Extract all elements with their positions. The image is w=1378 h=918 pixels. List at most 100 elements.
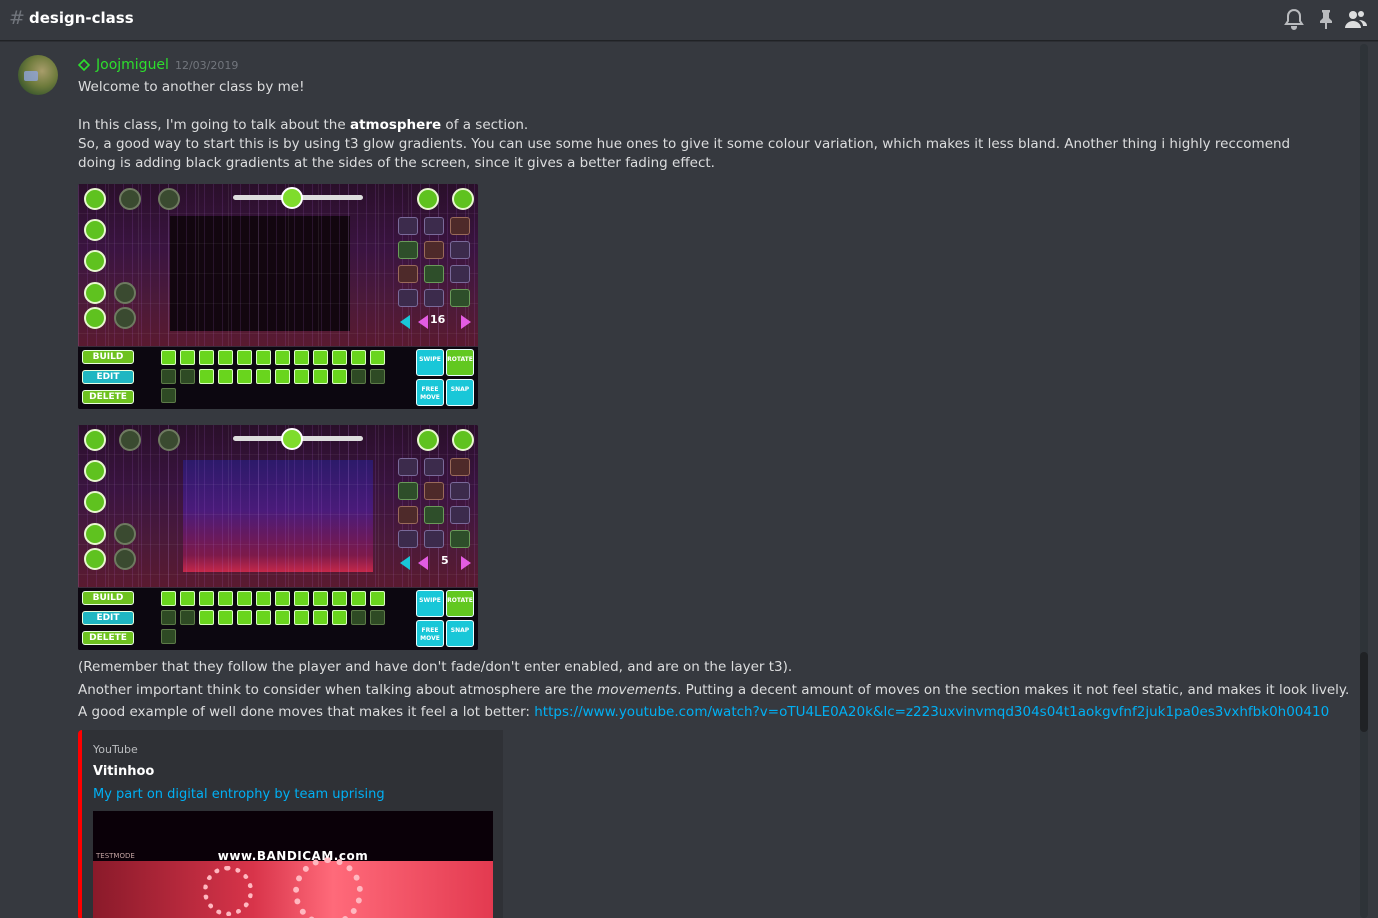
move-tile <box>351 350 366 365</box>
diamond-badge-icon <box>78 59 90 71</box>
edit-button: EDIT <box>82 370 134 384</box>
paste-color-icon <box>450 265 470 283</box>
scrollbar-track[interactable] <box>1360 44 1368 918</box>
youtube-embed: YouTube Vitinhoo My part on digital entr… <box>78 730 503 918</box>
video-thumbnail[interactable]: TESTMODE www.BANDICAM.com <box>93 811 493 918</box>
move-tile <box>161 610 176 625</box>
move-tile <box>256 610 271 625</box>
undo-icon <box>84 429 106 451</box>
text-span: A good example of well done moves that m… <box>78 704 535 720</box>
move-tile <box>294 369 309 384</box>
editor-screenshot[interactable]: 5 BUILD EDIT DELETE SWIPE ROTATE FREE MO… <box>78 425 478 650</box>
scrollbar-thumb[interactable] <box>1360 652 1368 732</box>
move-tile <box>332 350 347 365</box>
editor-toolbar: BUILD EDIT DELETE SWIPE ROTATE FREE MOVE… <box>78 587 478 650</box>
zoom-slider-knob <box>281 428 303 450</box>
redo-icon <box>119 429 141 451</box>
bold-text: atmosphere <box>349 117 442 133</box>
free-move-button: FREE MOVE <box>416 379 444 406</box>
redo-icon <box>119 188 141 210</box>
move-tile <box>256 591 271 606</box>
move-tile <box>332 610 347 625</box>
move-tile <box>351 610 366 625</box>
youtube-link[interactable]: https://www.youtube.com/watch?v=oTU4LE0A… <box>534 704 1329 720</box>
move-tile <box>199 610 214 625</box>
move-tile <box>313 610 328 625</box>
zoom-out-icon <box>84 307 106 329</box>
undo-icon <box>84 188 106 210</box>
prev-layer-icon <box>418 556 428 570</box>
move-tile <box>275 610 290 625</box>
italic-text: movements <box>597 682 678 698</box>
copy-icon <box>398 458 418 476</box>
pin-icon[interactable] <box>1314 7 1338 31</box>
move-tile <box>218 591 233 606</box>
link-icon <box>114 282 136 304</box>
message-line: Welcome to another class by me! <box>78 79 305 95</box>
avatar[interactable] <box>18 55 58 95</box>
notification-bell-icon[interactable] <box>1282 7 1306 31</box>
gear-icon <box>203 866 253 916</box>
move-tile <box>218 369 233 384</box>
edit-group-icon <box>424 482 444 500</box>
embed-author[interactable]: Vitinhoo <box>93 764 154 779</box>
paste-state-icon <box>424 506 444 524</box>
move-tile <box>218 350 233 365</box>
move-tile <box>294 610 309 625</box>
move-tile <box>370 591 385 606</box>
move-tile <box>275 350 290 365</box>
editor-screenshot[interactable]: 16 BUILD EDIT DELETE SWIPE ROTATE FREE M… <box>78 184 478 409</box>
channel-name: design-class <box>29 9 134 27</box>
zoom-in-icon <box>84 282 106 304</box>
layer-number: 16 <box>430 313 446 326</box>
message-header: Joojmiguel 12/03/2019 <box>78 55 238 75</box>
message-line: (Remember that they follow the player an… <box>78 659 793 675</box>
member-list-icon[interactable] <box>1344 7 1368 31</box>
play-icon <box>84 250 106 272</box>
music-icon <box>84 219 106 241</box>
settings-icon <box>417 188 439 210</box>
message-line: In this class, I'm going to talk about t… <box>78 116 528 135</box>
go-to-layer-icon <box>424 530 444 548</box>
embed-title[interactable]: My part on digital entrophy by team upri… <box>93 787 385 802</box>
rotate-button: ROTATE <box>446 349 474 376</box>
move-tile <box>180 610 195 625</box>
move-tile <box>161 350 176 365</box>
embed-provider[interactable]: YouTube <box>93 743 138 756</box>
move-tile <box>275 591 290 606</box>
move-tile <box>161 388 176 403</box>
move-tile <box>332 369 347 384</box>
trash-icon <box>158 188 180 210</box>
move-tile <box>313 350 328 365</box>
delete-button: DELETE <box>82 631 134 645</box>
timestamp: 12/03/2019 <box>174 58 239 72</box>
channel-hash-icon: # <box>9 7 25 29</box>
move-tile <box>218 610 233 625</box>
move-tile <box>351 591 366 606</box>
color-icon <box>398 530 418 548</box>
message-line: Another important think to consider when… <box>78 681 1349 700</box>
edit-object-icon <box>450 482 470 500</box>
paste-state-icon <box>424 265 444 283</box>
move-tile <box>199 350 214 365</box>
swipe-button: SWIPE <box>416 349 444 376</box>
move-tile <box>237 591 252 606</box>
move-tile <box>237 610 252 625</box>
zoom-slider-knob <box>281 187 303 209</box>
swipe-button: SWIPE <box>416 590 444 617</box>
move-tile <box>180 350 195 365</box>
edit-special-icon <box>398 482 418 500</box>
gear-icon <box>293 857 363 918</box>
move-tile <box>256 369 271 384</box>
move-tile <box>161 591 176 606</box>
move-tile <box>294 350 309 365</box>
deselect-icon <box>450 530 470 548</box>
layer-number: 5 <box>441 554 449 567</box>
message-line: So, a good way to start this is by using… <box>78 136 1291 171</box>
move-tile <box>294 591 309 606</box>
username[interactable]: Joojmiguel <box>96 57 169 73</box>
snap-button: SNAP <box>446 620 474 647</box>
free-move-button: FREE MOVE <box>416 620 444 647</box>
link-icon <box>114 523 136 545</box>
paste-icon <box>424 458 444 476</box>
